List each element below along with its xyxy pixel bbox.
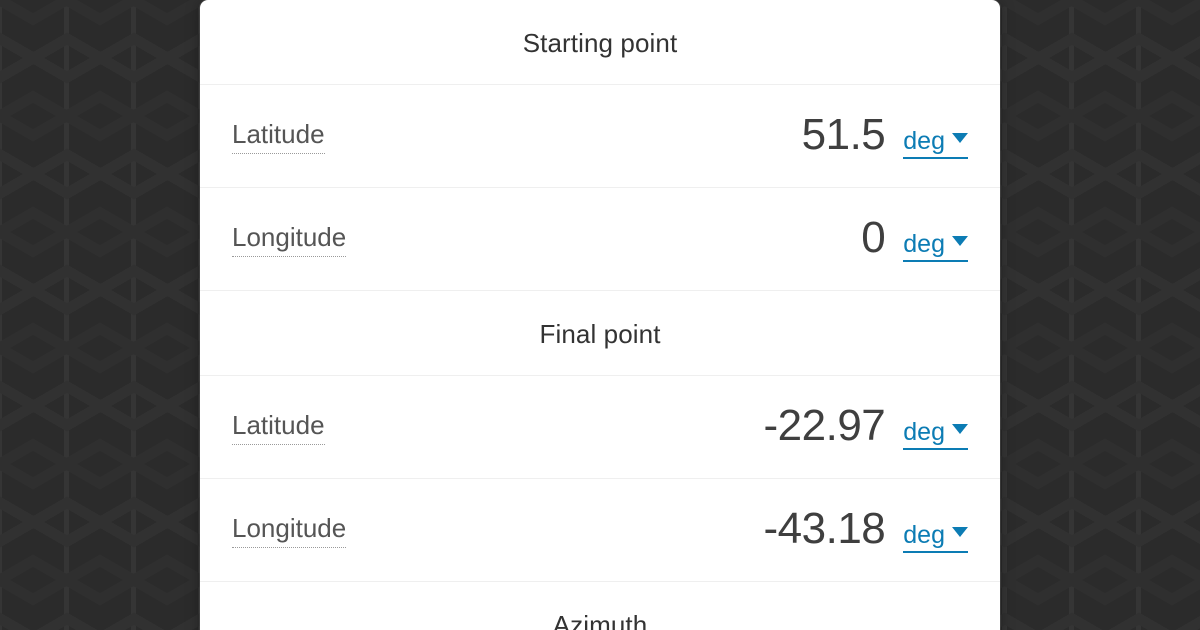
section-header-starting-point: Starting point (522, 28, 678, 58)
value-final-longitude[interactable]: -43.18 (764, 507, 886, 551)
row-final-latitude: Latitude -22.97 deg (200, 376, 1000, 478)
chevron-down-icon (952, 526, 968, 537)
section-azimuth: Azimuth (200, 582, 1000, 630)
value-group-final-latitude: -22.97 deg (764, 404, 968, 450)
calculator-card: Starting point Latitude 51.5 deg Longitu… (200, 0, 1000, 630)
unit-label-final-latitude: deg (903, 418, 945, 447)
chevron-down-icon (952, 132, 968, 143)
value-group-starting-latitude: 51.5 deg (802, 113, 968, 159)
row-final-longitude: Longitude -43.18 deg (200, 479, 1000, 581)
label-starting-latitude: Latitude (232, 118, 325, 154)
unit-label-starting-latitude: deg (903, 127, 945, 156)
value-final-latitude[interactable]: -22.97 (764, 404, 886, 448)
value-group-starting-longitude: 0 deg (861, 216, 968, 262)
unit-dropdown-final-latitude[interactable]: deg (903, 418, 968, 450)
section-starting-point: Starting point Latitude 51.5 deg Longitu… (200, 0, 1000, 290)
unit-dropdown-starting-latitude[interactable]: deg (903, 127, 968, 159)
value-starting-longitude[interactable]: 0 (861, 216, 885, 260)
unit-label-final-longitude: deg (903, 521, 945, 550)
unit-dropdown-starting-longitude[interactable]: deg (903, 230, 968, 262)
label-final-latitude: Latitude (232, 409, 325, 445)
unit-label-starting-longitude: deg (903, 230, 945, 259)
section-header-final-point: Final point (539, 319, 661, 349)
row-starting-latitude: Latitude 51.5 deg (200, 85, 1000, 187)
unit-dropdown-final-longitude[interactable]: deg (903, 521, 968, 553)
label-final-longitude: Longitude (232, 512, 347, 548)
value-starting-latitude[interactable]: 51.5 (802, 113, 886, 157)
label-starting-longitude: Longitude (232, 221, 347, 257)
chevron-down-icon (952, 423, 968, 434)
section-header-azimuth: Azimuth (552, 610, 648, 630)
value-group-final-longitude: -43.18 deg (764, 507, 968, 553)
section-final-point: Final point Latitude -22.97 deg Longitud… (200, 291, 1000, 581)
row-starting-longitude: Longitude 0 deg (200, 188, 1000, 290)
chevron-down-icon (952, 235, 968, 246)
